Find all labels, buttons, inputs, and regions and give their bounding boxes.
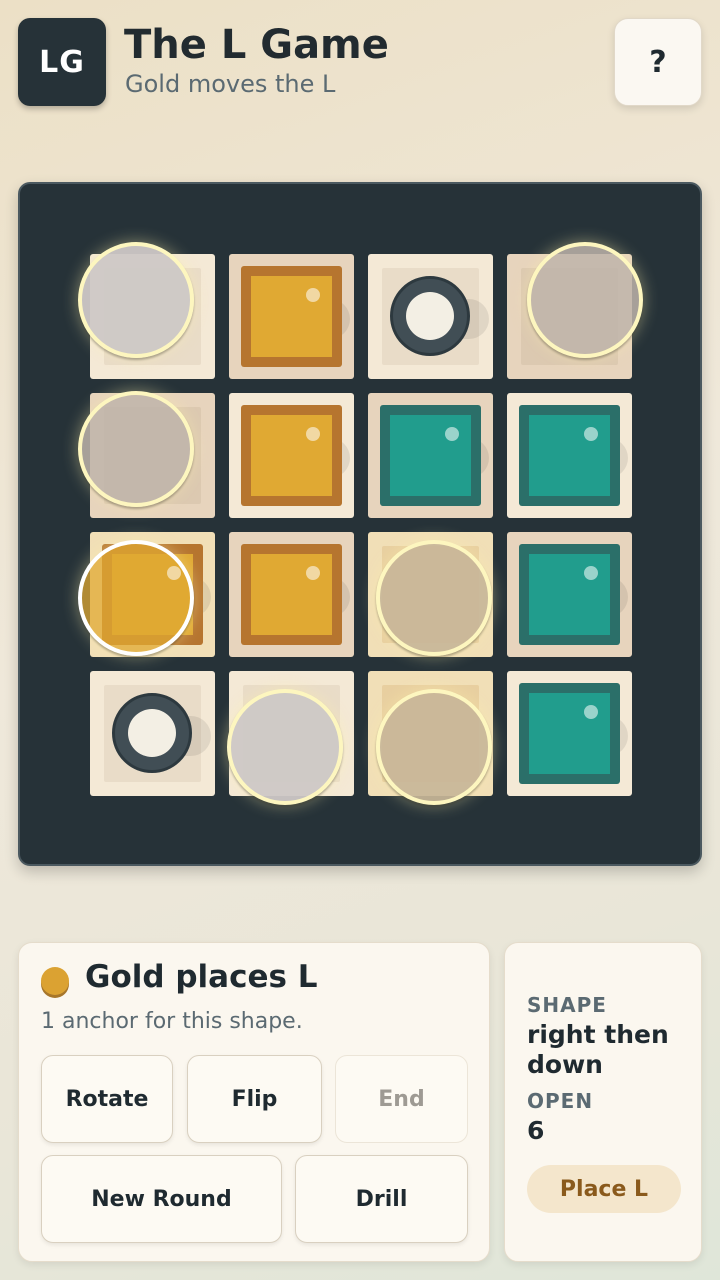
anchor-marker[interactable] <box>78 391 194 507</box>
anchor-marker[interactable] <box>78 242 194 358</box>
game-board <box>18 182 702 866</box>
end-button[interactable]: End <box>335 1055 468 1143</box>
teal-l-piece-tile[interactable] <box>380 405 481 506</box>
piece-dot <box>445 427 459 441</box>
shape-label: SHAPE <box>527 993 607 1017</box>
status-panel: Gold places L 1 anchor for this shape. R… <box>18 942 490 1262</box>
place-l-button[interactable]: Place L <box>527 1165 681 1213</box>
piece-dot <box>306 566 320 580</box>
logo-text: LG <box>39 44 85 80</box>
board-cell[interactable] <box>229 393 354 518</box>
app-title: The L Game <box>124 22 389 68</box>
turn-title: Gold places L <box>85 959 318 995</box>
board-cell[interactable] <box>368 393 493 518</box>
board-cell[interactable] <box>368 254 493 379</box>
flip-button[interactable]: Flip <box>187 1055 322 1143</box>
anchor-marker[interactable] <box>227 689 343 805</box>
app-subtitle: Gold moves the L <box>125 70 336 98</box>
gold-l-piece-tile[interactable] <box>241 405 342 506</box>
teal-l-piece-tile[interactable] <box>519 544 620 645</box>
open-value: 6 <box>527 1116 545 1145</box>
piece-dot <box>167 566 181 580</box>
app-logo: LG <box>18 18 106 106</box>
teal-l-piece-tile[interactable] <box>519 683 620 784</box>
gold-l-piece-tile[interactable] <box>241 266 342 367</box>
gold-l-piece-tile[interactable] <box>241 544 342 645</box>
turn-hint: 1 anchor for this shape. <box>41 1009 303 1034</box>
board-cell[interactable] <box>507 532 632 657</box>
board-cell[interactable] <box>507 671 632 796</box>
anchor-marker[interactable] <box>376 540 492 656</box>
anchor-marker[interactable] <box>78 540 194 656</box>
neutral-piece[interactable] <box>112 693 192 773</box>
info-panel: SHAPE right then down OPEN 6 Place L <box>504 942 702 1262</box>
board-cell[interactable] <box>507 393 632 518</box>
player-color-dot <box>41 967 69 995</box>
help-button[interactable]: ? <box>614 18 702 106</box>
board-cell[interactable] <box>229 532 354 657</box>
piece-dot <box>306 288 320 302</box>
rotate-button[interactable]: Rotate <box>41 1055 173 1143</box>
teal-l-piece-tile[interactable] <box>519 405 620 506</box>
piece-dot <box>306 427 320 441</box>
shape-value: right then down <box>527 1020 669 1079</box>
piece-dot <box>584 705 598 719</box>
open-label: OPEN <box>527 1089 594 1113</box>
anchor-marker[interactable] <box>376 689 492 805</box>
board-cell[interactable] <box>90 671 215 796</box>
new-round-button[interactable]: New Round <box>41 1155 282 1243</box>
piece-dot <box>584 566 598 580</box>
anchor-marker[interactable] <box>527 242 643 358</box>
piece-dot <box>584 427 598 441</box>
neutral-piece[interactable] <box>390 276 470 356</box>
board-cell[interactable] <box>229 254 354 379</box>
drill-button[interactable]: Drill <box>295 1155 468 1243</box>
